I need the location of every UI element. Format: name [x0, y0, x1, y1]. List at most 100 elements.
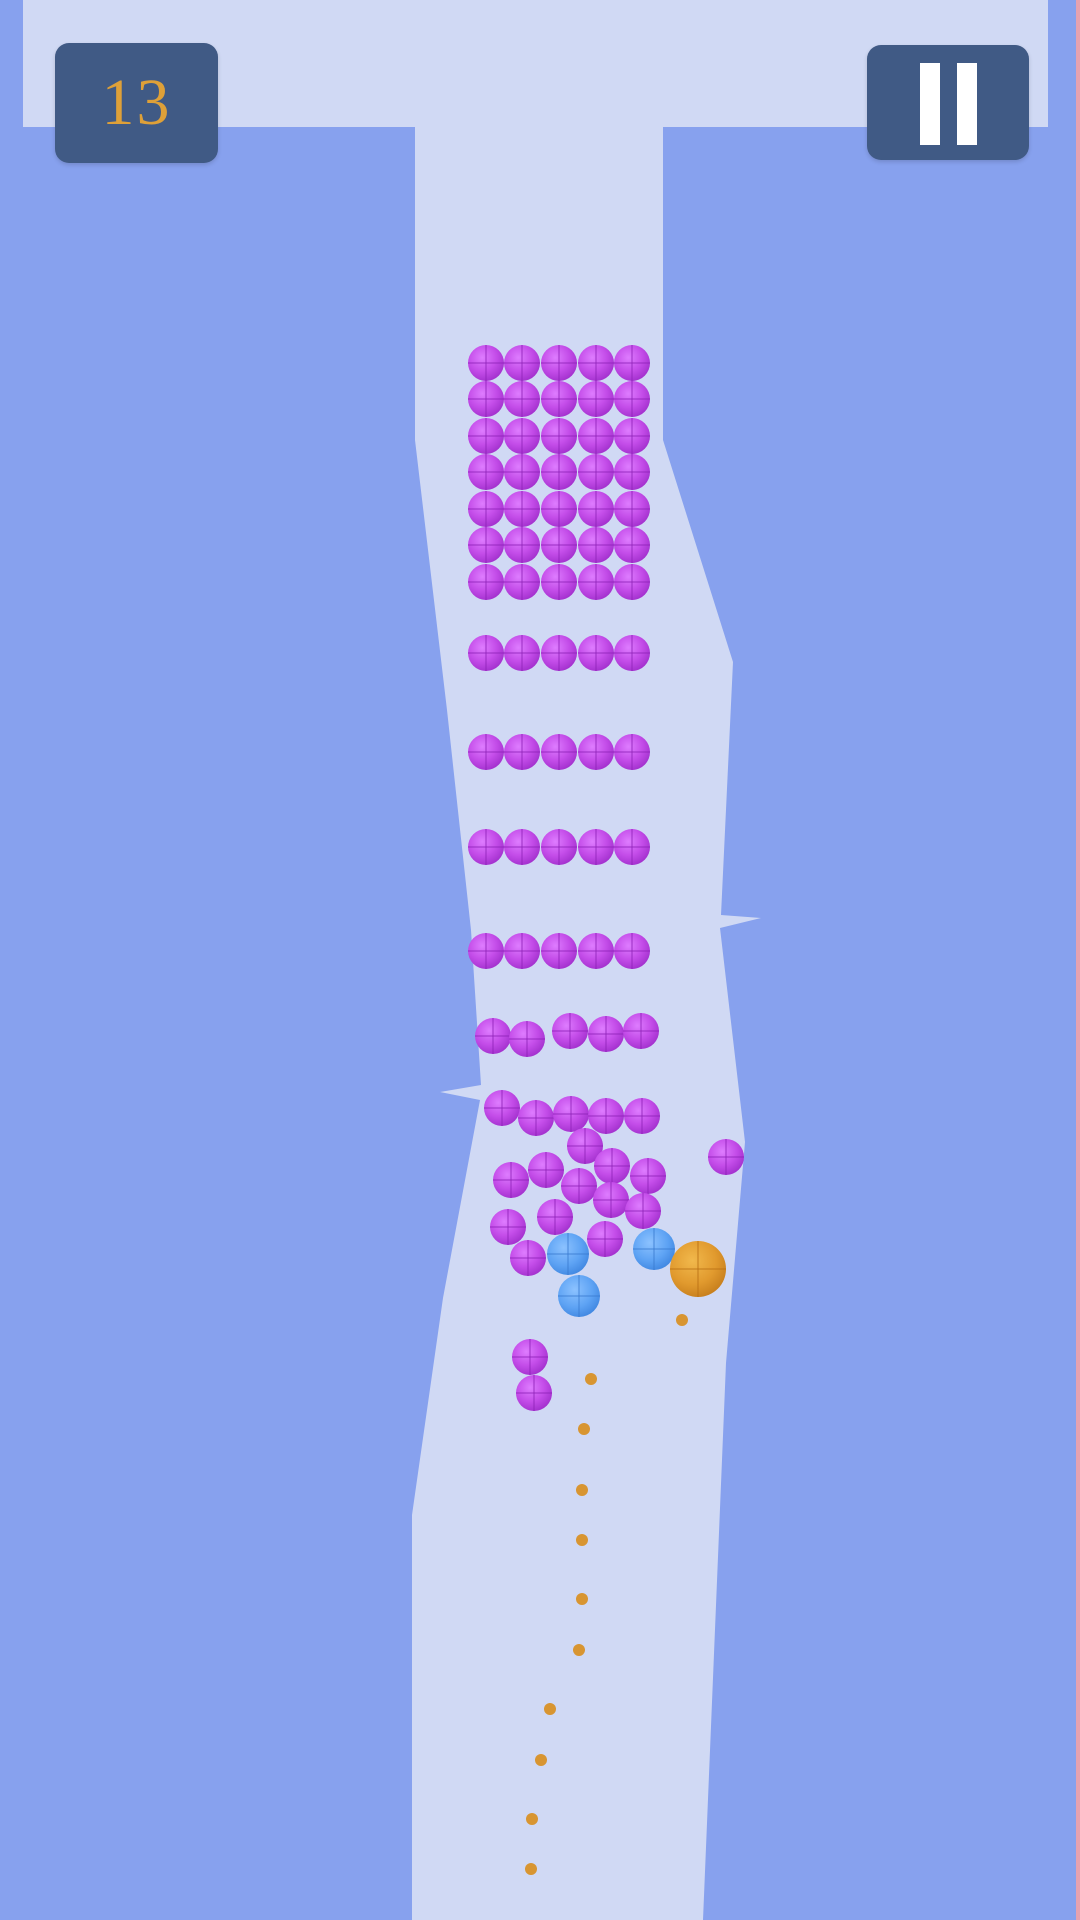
- player-ball: [670, 1241, 726, 1297]
- pink-ball: [509, 1021, 545, 1057]
- pink-ball: [475, 1018, 511, 1054]
- pink-ball: [578, 345, 614, 381]
- pink-ball: [614, 527, 650, 563]
- pink-ball: [468, 933, 504, 969]
- pink-ball: [468, 635, 504, 671]
- aim-dot: [578, 1423, 590, 1435]
- pink-ball: [504, 454, 540, 490]
- pink-ball: [468, 418, 504, 454]
- pink-ball: [468, 454, 504, 490]
- pink-ball: [493, 1162, 529, 1198]
- score-counter: 13: [101, 66, 172, 139]
- pink-ball: [510, 1240, 546, 1276]
- pink-ball: [561, 1168, 597, 1204]
- pink-ball: [614, 635, 650, 671]
- pause-icon-bar-left: [920, 63, 940, 145]
- pink-ball: [541, 527, 577, 563]
- pink-ball: [468, 491, 504, 527]
- game-scene[interactable]: [0, 0, 1080, 1920]
- pink-ball: [504, 933, 540, 969]
- pink-ball: [588, 1016, 624, 1052]
- pink-ball: [468, 829, 504, 865]
- pink-ball: [578, 635, 614, 671]
- pink-ball: [484, 1090, 520, 1126]
- blue-ball: [633, 1228, 675, 1270]
- score-box: 13: [55, 43, 218, 163]
- aim-dot: [535, 1754, 547, 1766]
- pink-ball: [512, 1339, 548, 1375]
- aim-dot: [676, 1314, 688, 1326]
- pink-ball: [578, 527, 614, 563]
- pink-ball: [593, 1182, 629, 1218]
- pink-ball: [468, 564, 504, 600]
- pink-ball: [504, 491, 540, 527]
- pink-ball: [504, 829, 540, 865]
- aim-dot: [544, 1703, 556, 1715]
- pink-ball: [541, 491, 577, 527]
- pink-ball: [623, 1013, 659, 1049]
- pink-ball: [518, 1100, 554, 1136]
- pink-ball: [588, 1098, 624, 1134]
- pink-ball: [578, 381, 614, 417]
- pink-ball: [614, 491, 650, 527]
- pink-ball: [504, 418, 540, 454]
- pink-ball: [614, 418, 650, 454]
- pink-ball: [541, 454, 577, 490]
- pink-ball: [614, 933, 650, 969]
- pink-ball: [553, 1096, 589, 1132]
- pink-ball: [587, 1221, 623, 1257]
- pink-ball: [614, 564, 650, 600]
- pink-ball: [504, 635, 540, 671]
- pink-ball: [578, 418, 614, 454]
- pink-ball: [578, 734, 614, 770]
- pink-ball: [578, 564, 614, 600]
- pink-ball: [541, 829, 577, 865]
- pink-ball: [708, 1139, 744, 1175]
- aim-dot: [585, 1373, 597, 1385]
- pink-ball: [537, 1199, 573, 1235]
- pink-ball: [541, 418, 577, 454]
- aim-dot: [576, 1534, 588, 1546]
- blue-ball: [558, 1275, 600, 1317]
- pink-ball: [541, 635, 577, 671]
- pink-ball: [578, 829, 614, 865]
- pink-ball: [614, 381, 650, 417]
- pink-ball: [468, 734, 504, 770]
- pink-ball: [504, 564, 540, 600]
- pink-ball: [614, 734, 650, 770]
- pink-ball: [468, 381, 504, 417]
- pink-ball: [541, 381, 577, 417]
- pink-ball: [504, 381, 540, 417]
- pause-button[interactable]: [867, 45, 1029, 160]
- pink-ball: [578, 491, 614, 527]
- pink-ball: [490, 1209, 526, 1245]
- pink-ball: [516, 1375, 552, 1411]
- pink-ball: [468, 345, 504, 381]
- pink-ball: [541, 345, 577, 381]
- pink-ball: [504, 527, 540, 563]
- pink-ball: [541, 734, 577, 770]
- pink-ball: [578, 454, 614, 490]
- pink-ball: [504, 345, 540, 381]
- pink-ball: [468, 527, 504, 563]
- pause-icon-bar-right: [957, 63, 977, 145]
- aim-dot: [576, 1484, 588, 1496]
- pink-ball: [528, 1152, 564, 1188]
- pink-ball: [594, 1148, 630, 1184]
- aim-dot: [576, 1593, 588, 1605]
- blue-ball: [547, 1233, 589, 1275]
- pink-ball: [630, 1158, 666, 1194]
- pink-ball: [625, 1193, 661, 1229]
- pink-ball: [624, 1098, 660, 1134]
- aim-dot: [526, 1813, 538, 1825]
- pink-ball: [541, 564, 577, 600]
- pink-ball: [614, 829, 650, 865]
- pink-ball: [614, 454, 650, 490]
- pink-ball: [578, 933, 614, 969]
- aim-dot: [573, 1644, 585, 1656]
- pink-ball: [614, 345, 650, 381]
- aim-dot: [525, 1863, 537, 1875]
- pink-ball: [541, 933, 577, 969]
- pink-ball: [552, 1013, 588, 1049]
- pink-ball: [504, 734, 540, 770]
